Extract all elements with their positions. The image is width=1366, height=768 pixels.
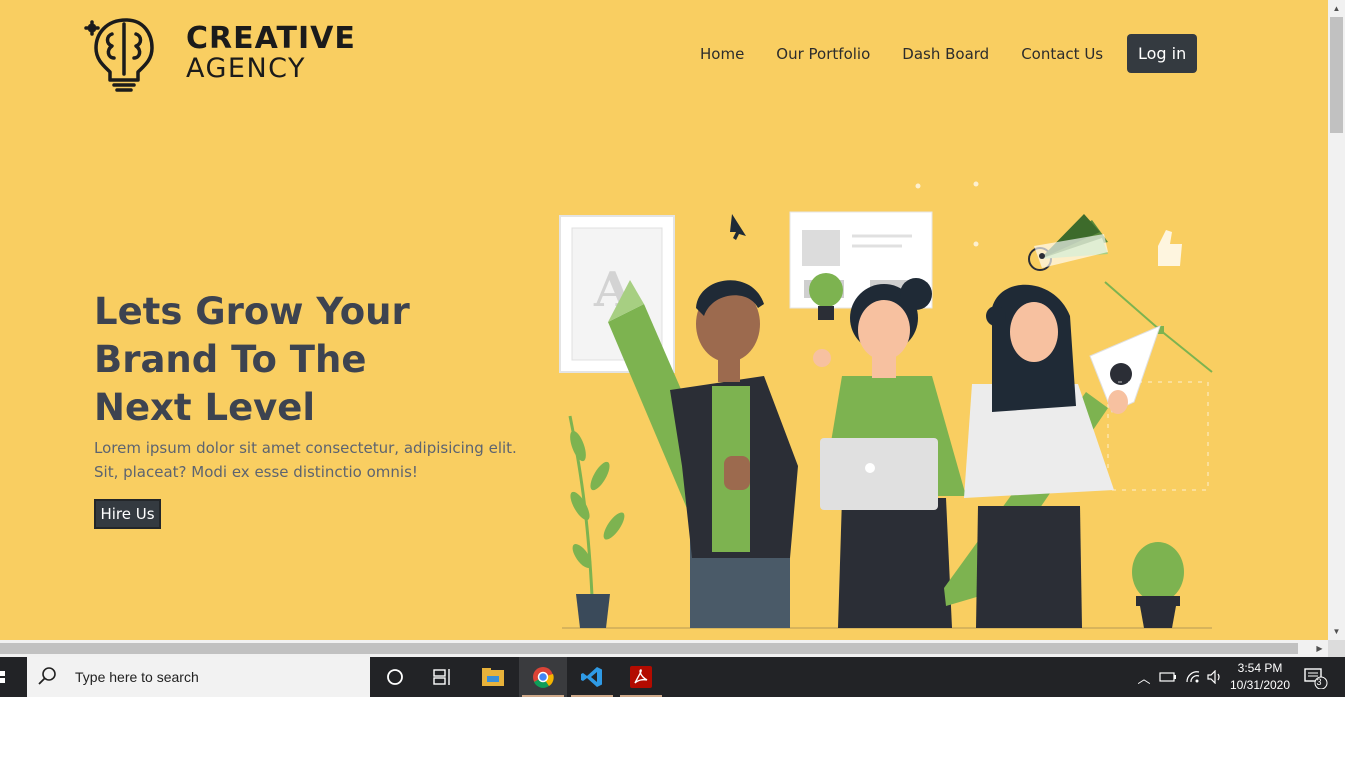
notification-count-badge: 3 xyxy=(1316,677,1322,687)
clock-date: 10/31/2020 xyxy=(1229,678,1291,692)
network-tray-button[interactable] xyxy=(1182,657,1204,697)
cortana-icon xyxy=(387,669,403,685)
scrollbar-corner xyxy=(1328,640,1345,657)
hero-title-line: Brand To The xyxy=(94,338,367,381)
browser-viewport: CREATIVE AGENCY Home Our Portfolio Dash … xyxy=(0,0,1328,640)
action-center-button[interactable]: 3 xyxy=(1300,657,1330,697)
chrome-icon xyxy=(533,667,554,688)
task-view-button[interactable] xyxy=(419,657,467,697)
nav-portfolio-link[interactable]: Our Portfolio xyxy=(760,35,886,73)
search-icon xyxy=(38,667,56,685)
vscode-button[interactable] xyxy=(568,657,616,697)
brain-bulb-icon xyxy=(84,18,154,92)
acrobat-button[interactable] xyxy=(617,657,665,697)
cactus-image xyxy=(1132,542,1184,628)
thumbs-up-icon xyxy=(1158,230,1182,266)
nav-contact-link[interactable]: Contact Us xyxy=(1005,35,1119,73)
wifi-icon xyxy=(1186,671,1200,683)
plant-left-image xyxy=(568,415,625,628)
cortana-button[interactable] xyxy=(371,657,419,697)
windows-logo-icon xyxy=(0,671,5,683)
brand-name-line1: CREATIVE xyxy=(186,21,356,57)
hero-title: Lets Grow Your Brand To The Next Level xyxy=(94,288,514,432)
woman-right-figure xyxy=(964,284,1128,628)
active-indicator xyxy=(620,695,662,697)
taskbar-clock[interactable]: 3:54 PM 10/31/2020 xyxy=(1228,660,1292,694)
team-illustration: A xyxy=(559,181,1213,629)
task-view-icon xyxy=(433,669,450,685)
hero-title-line: Lets Grow Your xyxy=(94,290,410,333)
file-explorer-button[interactable] xyxy=(469,657,517,697)
main-nav: Home Our Portfolio Dash Board Contact Us… xyxy=(684,34,1198,73)
show-hidden-icons-button[interactable]: ︿ xyxy=(1134,657,1154,697)
chrome-button[interactable] xyxy=(519,657,567,697)
vscode-icon xyxy=(581,667,602,687)
hire-us-button[interactable]: Hire Us xyxy=(94,499,161,529)
vertical-scroll-thumb[interactable] xyxy=(1330,17,1343,133)
hero-description: Lorem ipsum dolor sit amet consectetur, … xyxy=(94,439,517,481)
start-button[interactable] xyxy=(0,657,24,697)
brand-name: CREATIVE AGENCY xyxy=(186,23,356,83)
pen-tool-icon xyxy=(1089,281,1213,491)
nav-dashboard-link[interactable]: Dash Board xyxy=(886,35,1005,73)
lightbulb-icon xyxy=(809,273,843,320)
hero-title-line: Next Level xyxy=(94,386,316,429)
color-swatch-icon xyxy=(1028,214,1108,271)
file-explorer-icon xyxy=(482,668,504,686)
acrobat-icon xyxy=(630,666,652,688)
horizontal-scrollbar[interactable]: ▶ xyxy=(0,640,1328,657)
horizontal-scroll-thumb[interactable] xyxy=(0,643,1298,654)
active-indicator xyxy=(571,695,613,697)
taskbar-search-box[interactable]: Type here to search xyxy=(27,657,370,697)
woman-center-figure xyxy=(813,278,966,628)
chevron-up-icon: ︿ xyxy=(1137,670,1151,686)
brand-name-line2: AGENCY xyxy=(186,52,307,84)
scroll-right-icon[interactable]: ▶ xyxy=(1311,640,1328,657)
search-placeholder: Type here to search xyxy=(75,669,199,685)
scroll-down-icon[interactable]: ▼ xyxy=(1328,623,1345,640)
windows-taskbar: Type here to search ︿ 3:54 PM 10/31/2020… xyxy=(0,657,1345,697)
volume-tray-button[interactable] xyxy=(1204,657,1226,697)
cursor-icon xyxy=(730,214,746,240)
man-figure xyxy=(670,280,798,628)
login-button[interactable]: Log in xyxy=(1127,34,1198,73)
vertical-scrollbar[interactable]: ▲ ▼ xyxy=(1328,0,1345,640)
scroll-up-icon[interactable]: ▲ xyxy=(1328,0,1345,17)
active-indicator xyxy=(522,695,564,697)
battery-icon xyxy=(1159,672,1176,682)
clock-time: 3:54 PM xyxy=(1237,661,1283,675)
nav-home-link[interactable]: Home xyxy=(684,35,760,73)
volume-icon xyxy=(1207,670,1220,684)
brand-logo[interactable]: CREATIVE AGENCY xyxy=(82,12,356,94)
battery-tray-button[interactable] xyxy=(1156,657,1180,697)
